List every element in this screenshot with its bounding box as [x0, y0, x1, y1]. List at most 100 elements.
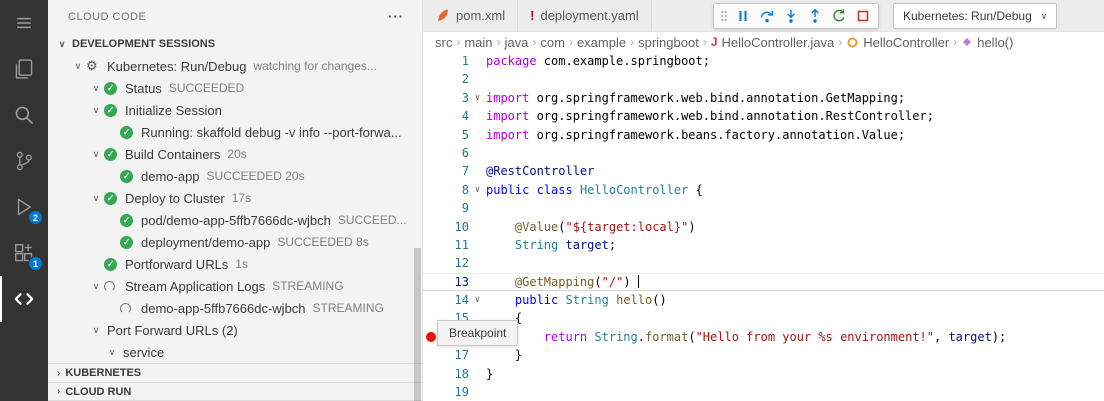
pause-icon[interactable]: [731, 5, 754, 27]
activity-cloud-code[interactable]: [0, 276, 48, 322]
chevron-down-icon[interactable]: ∨: [88, 193, 104, 204]
tree-item[interactable]: ∨✓demo-appSUCCEEDED 20s: [48, 165, 422, 187]
tree-item[interactable]: ∨⚙Kubernetes: Run/Debugwatching for chan…: [48, 55, 422, 77]
tree-item-detail: STREAMING: [272, 279, 343, 293]
tree-item[interactable]: ∨✓pod/demo-app-5ffb7666dc-wjbchSUCCEED..…: [48, 209, 422, 231]
tree-item[interactable]: ∨✓Portforward URLs1s: [48, 253, 422, 275]
section-development-sessions[interactable]: ∨ DEVELOPMENT SESSIONS: [48, 33, 422, 55]
breadcrumb-item[interactable]: src: [435, 35, 452, 50]
check-icon: ✓: [120, 126, 133, 139]
code-line[interactable]: 10 @Value("${target:local}"): [423, 218, 1104, 236]
gutter-glyph: [423, 273, 439, 291]
code-line[interactable]: 2: [423, 70, 1104, 88]
activity-extensions[interactable]: 1: [0, 230, 48, 276]
tree-item[interactable]: ∨✓deployment/demo-appSUCCEEDED 8s: [48, 231, 422, 253]
sidebar-section-kubernetes[interactable]: ›KUBERNETES: [48, 363, 422, 382]
tree-item[interactable]: ∨✓Initialize Session: [48, 99, 422, 121]
breadcrumb-item[interactable]: hello(): [961, 35, 1013, 50]
tab-pom-xml[interactable]: pom.xml: [423, 0, 518, 31]
breadcrumb-item[interactable]: JHelloController.java: [711, 35, 834, 50]
code-line[interactable]: 5import org.springframework.beans.factor…: [423, 126, 1104, 144]
code-line[interactable]: 4import org.springframework.web.bind.ann…: [423, 107, 1104, 125]
line-number: 9: [439, 199, 469, 217]
tree-item[interactable]: ∨Port Forward URLs (2): [48, 319, 422, 341]
code-line[interactable]: 18}: [423, 365, 1104, 383]
chevron-down-icon[interactable]: ∨: [70, 61, 86, 72]
activity-menu[interactable]: [0, 0, 48, 46]
step-over-icon[interactable]: [755, 5, 778, 27]
code-line[interactable]: 15 {: [423, 309, 1104, 327]
code-line[interactable]: 7@RestController: [423, 162, 1104, 180]
activity-explorer[interactable]: [0, 46, 48, 92]
code-line[interactable]: 9: [423, 199, 1104, 217]
code-line[interactable]: 1package com.example.springboot;: [423, 52, 1104, 70]
gutter-glyph: [423, 89, 439, 107]
stop-icon[interactable]: [851, 5, 874, 27]
code-line[interactable]: 13 @GetMapping("/"): [423, 273, 1104, 291]
chevron-right-icon: ›: [57, 386, 60, 397]
code-line[interactable]: 19: [423, 383, 1104, 401]
chevron-down-icon[interactable]: ∨: [88, 105, 104, 116]
code-line[interactable]: 17 }: [423, 346, 1104, 364]
gutter-glyph: [423, 126, 439, 144]
sidebar-section-cloud-run[interactable]: ›CLOUD RUN: [48, 382, 422, 401]
code-line[interactable]: 11 String target;: [423, 236, 1104, 254]
breadcrumb-item[interactable]: java: [505, 35, 529, 50]
breakpoint-icon[interactable]: [426, 332, 436, 342]
gutter-glyph: [423, 346, 439, 364]
tree-item[interactable]: ∨✓StatusSUCCEEDED: [48, 77, 422, 99]
tree-item-label: Kubernetes: Run/Debug: [107, 59, 246, 74]
line-number: 14: [439, 291, 469, 309]
code-line[interactable]: 3∨import org.springframework.web.bind.an…: [423, 89, 1104, 107]
tree-item-label: demo-app-5ffb7666dc-wjbch: [141, 301, 306, 316]
breadcrumb-item[interactable]: com: [540, 35, 565, 50]
chevron-down-icon[interactable]: ∨: [88, 149, 104, 160]
sidebar-scrollbar[interactable]: [414, 248, 421, 401]
breadcrumb-item[interactable]: main: [464, 35, 492, 50]
fold-chevron-icon[interactable]: ∨: [469, 291, 486, 309]
panel-header: CLOUD CODE ···: [48, 0, 422, 33]
tree-item-detail: SUCCEEDED: [169, 81, 244, 95]
tree-item[interactable]: ∨✓Deploy to Cluster17s: [48, 187, 422, 209]
fold-chevron-icon[interactable]: ∨: [469, 181, 486, 199]
more-actions-icon[interactable]: ···: [388, 9, 404, 24]
tree-item[interactable]: ∨Stream Application LogsSTREAMING: [48, 275, 422, 297]
step-into-icon[interactable]: [779, 5, 802, 27]
check-icon: ✓: [120, 214, 133, 227]
tree-item[interactable]: ∨demo-app-5ffb7666dc-wjbchSTREAMING: [48, 297, 422, 319]
step-out-icon[interactable]: [803, 5, 826, 27]
tab-deployment-yaml[interactable]: !deployment.yaml: [518, 0, 652, 31]
activity-search[interactable]: [0, 92, 48, 138]
chevron-down-icon[interactable]: ∨: [88, 325, 104, 336]
tree-item[interactable]: ∨✓Build Containers20s: [48, 143, 422, 165]
tab-list: pom.xml!deployment.yaml: [423, 0, 652, 31]
chevron-down-icon[interactable]: ∨: [88, 281, 104, 292]
chevron-down-icon[interactable]: ∨: [88, 83, 104, 94]
code-line[interactable]: 8∨public class HelloController {: [423, 181, 1104, 199]
tree-item[interactable]: ∨✓Running: skaffold debug -v info --port…: [48, 121, 422, 143]
gutter-glyph: [423, 162, 439, 180]
activity-source-control[interactable]: [0, 138, 48, 184]
breadcrumb-item[interactable]: HelloController: [846, 35, 949, 50]
success-check-icon: ✓: [104, 258, 122, 271]
breadcrumb-item[interactable]: example: [577, 35, 626, 50]
code-line[interactable]: 6: [423, 144, 1104, 162]
code-line[interactable]: 16 return String.format("Hello from your…: [423, 328, 1104, 346]
code-line[interactable]: 14∨ public String hello(): [423, 291, 1104, 309]
fold-chevron-icon[interactable]: ∨: [469, 89, 486, 107]
line-number: 10: [439, 218, 469, 236]
restart-icon[interactable]: [827, 5, 850, 27]
line-number: 19: [439, 383, 469, 401]
breadcrumb-item[interactable]: springboot: [638, 35, 699, 50]
tree-item-detail: SUCCEEDED 20s: [207, 169, 305, 183]
breadcrumb-label: main: [464, 35, 492, 50]
tree-item-detail: SUCCEED...: [338, 213, 407, 227]
tree-item[interactable]: ∨service: [48, 341, 422, 363]
activity-run-debug[interactable]: 2: [0, 184, 48, 230]
chevron-down-icon[interactable]: ∨: [104, 347, 120, 358]
code-line[interactable]: 12: [423, 254, 1104, 272]
drag-handle-icon[interactable]: [718, 5, 730, 27]
debug-config-dropdown[interactable]: Kubernetes: Run/Debug ∨: [893, 3, 1057, 29]
breadcrumb-label: springboot: [638, 35, 699, 50]
code-editor[interactable]: 1package com.example.springboot;23∨impor…: [423, 52, 1104, 401]
